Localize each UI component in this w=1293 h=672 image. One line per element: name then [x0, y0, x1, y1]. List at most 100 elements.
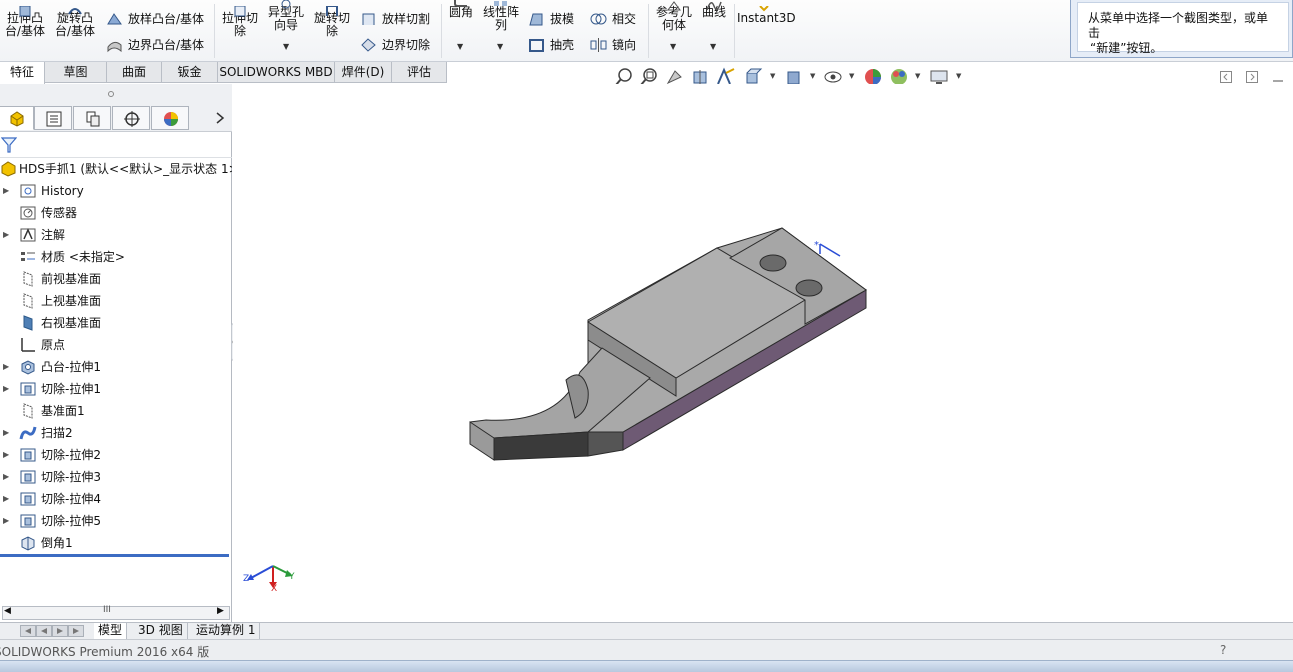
tree-root-part[interactable]: HDS手抓1 (默认<<默认>_显示状态 1>): [0, 158, 232, 180]
tree-item[interactable]: 传感器: [0, 202, 232, 224]
tree-item[interactable]: ▶ 切除-拉伸5: [0, 510, 232, 532]
reference-geometry-dropdown[interactable]: ▼: [670, 42, 676, 51]
tab-sheet-metal[interactable]: 钣金: [162, 62, 218, 83]
tab-sketch[interactable]: 草图: [45, 62, 107, 83]
status-help-icon[interactable]: ?: [1220, 643, 1226, 657]
tab-mbd[interactable]: SOLIDWORKS MBD: [218, 62, 335, 83]
dimxpertmanager-tab[interactable]: [112, 106, 150, 130]
expand-arrow-icon[interactable]: ▶: [3, 356, 9, 378]
featuremanager-tab[interactable]: [0, 106, 34, 130]
view-settings-dropdown[interactable]: ▼: [956, 72, 961, 80]
curves-button[interactable]: 曲线: [698, 1, 730, 19]
plane-filled-icon: [23, 315, 33, 331]
expand-arrow-icon[interactable]: ▶: [3, 466, 9, 488]
tab-3d-views[interactable]: 3D 视图: [134, 623, 188, 639]
revolve-boss-button[interactable]: 旋转凸台/基体: [53, 8, 97, 38]
scroll-left-arrow[interactable]: ◀: [4, 606, 11, 616]
scroll-thumb-grip[interactable]: III: [103, 605, 111, 615]
part-chamfer-face: [587, 431, 624, 457]
expand-arrow-icon[interactable]: ▶: [3, 444, 9, 466]
rollback-bar[interactable]: [0, 554, 229, 557]
tree-item[interactable]: ▶ 切除-拉伸3: [0, 466, 232, 488]
hint-line-2: “新建”按钮。: [1090, 41, 1163, 55]
extrude-cut-button[interactable]: 拉伸切除: [218, 6, 262, 38]
minimize-pane-icon[interactable]: [1271, 70, 1285, 84]
status-text: SOLIDWORKS Premium 2016 x64 版: [0, 645, 210, 659]
svg-text:*: *: [814, 240, 819, 251]
part-model[interactable]: *: [233, 84, 1293, 623]
tab-surfaces[interactable]: 曲面: [107, 62, 162, 83]
tree-item[interactable]: 右视基准面: [0, 312, 232, 334]
displaymanager-tab[interactable]: [151, 106, 189, 130]
tree-horizontal-scrollbar[interactable]: ◀ III ▶: [2, 605, 230, 620]
tree-root-label: HDS手抓1 (默认<<默认>_显示状态 1>): [19, 162, 232, 176]
panel-grip[interactable]: [0, 84, 232, 104]
fillet-dropdown[interactable]: ▼: [457, 42, 463, 51]
view-orientation-dropdown[interactable]: ▼: [770, 72, 775, 80]
tree-item[interactable]: 前视基准面: [0, 268, 232, 290]
tree-item-label: 切除-拉伸1: [41, 382, 101, 396]
linear-pattern-dropdown[interactable]: ▼: [497, 42, 503, 51]
boundary-boss-button[interactable]: 边界凸台/基体: [106, 36, 204, 54]
tree-item[interactable]: 基准面1: [0, 400, 232, 422]
history-icon: [20, 184, 36, 198]
tabs-scroll-right-icon[interactable]: [214, 111, 226, 125]
tree-item-label: 切除-拉伸4: [41, 492, 101, 506]
propertymanager-tab[interactable]: [34, 106, 72, 130]
expand-arrow-icon[interactable]: ▶: [3, 422, 9, 444]
boundary-cut-button[interactable]: 边界切除: [360, 36, 430, 54]
instant3d-button[interactable]: Instant3D: [737, 6, 796, 25]
restore-pane-icon[interactable]: [1219, 70, 1233, 84]
boundary-cut-icon: [361, 38, 376, 52]
expand-arrow-icon[interactable]: ▶: [3, 510, 9, 532]
tab-weldments[interactable]: 焊件(D): [335, 62, 392, 83]
mirror-button[interactable]: 镜向: [590, 36, 636, 54]
loft-boss-icon: [107, 13, 122, 25]
tab-evaluate[interactable]: 评估: [392, 62, 447, 83]
shell-button[interactable]: 抽壳: [528, 36, 574, 54]
tree-item[interactable]: ▶ 切除-拉伸4: [0, 488, 232, 510]
hide-show-items-dropdown[interactable]: ▼: [849, 72, 854, 80]
expand-arrow-icon[interactable]: ▶: [3, 488, 9, 510]
reference-geometry-button[interactable]: 参考几何体: [652, 1, 696, 32]
graphics-area[interactable]: * X Y Z: [233, 84, 1293, 623]
revolve-cut-button[interactable]: 旋转切除: [310, 6, 354, 38]
command-tabs: 特征 草图 曲面 钣金 SOLIDWORKS MBD 焊件(D) 评估: [0, 62, 447, 84]
tree-item[interactable]: 原点: [0, 334, 232, 356]
maximize-pane-icon[interactable]: [1245, 70, 1259, 84]
mirror-icon: [590, 38, 607, 52]
hole-wizard-dropdown[interactable]: ▼: [283, 42, 289, 51]
hole-wizard-button[interactable]: 异型孔向导: [264, 0, 308, 32]
intersect-button[interactable]: 相交: [590, 10, 636, 28]
apply-scene-dropdown[interactable]: ▼: [915, 72, 920, 80]
display-style-dropdown[interactable]: ▼: [810, 72, 815, 80]
draft-button[interactable]: 拔模: [528, 10, 574, 28]
tree-item[interactable]: ▶ 切除-拉伸2: [0, 444, 232, 466]
expand-arrow-icon[interactable]: ▶: [3, 180, 9, 202]
tree-item[interactable]: 材质 <未指定>: [0, 246, 232, 268]
loft-cut-button[interactable]: 放样切割: [360, 10, 430, 28]
tree-item[interactable]: ▶ 扫描2: [0, 422, 232, 444]
bottom-tab-nav-icon[interactable]: [20, 625, 84, 637]
configurationmanager-tab[interactable]: [73, 106, 111, 130]
tree-item[interactable]: 倒角1: [0, 532, 232, 554]
tree-item[interactable]: ▶ History: [0, 180, 232, 202]
tree-item[interactable]: ▶ 注解: [0, 224, 232, 246]
tab-features[interactable]: 特征: [0, 62, 45, 84]
tab-model[interactable]: 模型: [94, 623, 128, 639]
linear-pattern-button[interactable]: 线性阵列: [480, 1, 522, 32]
fillet-button[interactable]: 圆角: [445, 0, 477, 19]
expand-arrow-icon[interactable]: ▶: [3, 224, 9, 246]
curves-dropdown[interactable]: ▼: [710, 42, 716, 51]
tree-filter[interactable]: [0, 132, 232, 158]
extrude-boss-button[interactable]: 拉伸凸台/基体: [3, 6, 47, 38]
tree-item[interactable]: ▶ 切除-拉伸1: [0, 378, 232, 400]
expand-arrow-icon[interactable]: ▶: [3, 378, 9, 400]
scroll-right-arrow[interactable]: ▶: [217, 606, 224, 616]
tree-item[interactable]: ▶ 凸台-拉伸1: [0, 356, 232, 378]
loft-boss-button[interactable]: 放样凸台/基体: [106, 10, 204, 28]
plane-icon: [23, 271, 33, 287]
tab-motion-study-1[interactable]: 运动算例 1: [192, 623, 261, 639]
tree-item-label: 传感器: [41, 206, 78, 220]
tree-item[interactable]: 上视基准面: [0, 290, 232, 312]
